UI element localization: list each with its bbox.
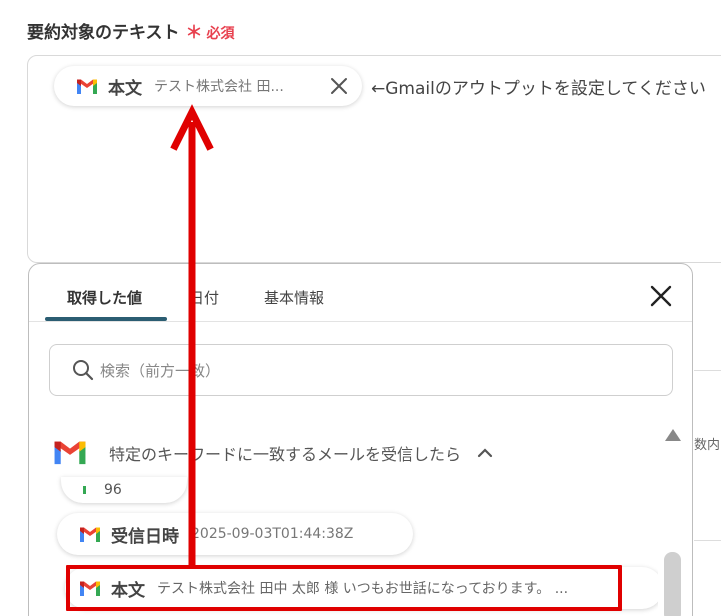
field-label: 要約対象のテキスト [27, 23, 180, 43]
close-icon[interactable] [649, 284, 673, 308]
search-icon [73, 360, 94, 381]
gmail-icon [54, 441, 86, 465]
chip-value: テスト株式会社 田... [154, 79, 284, 95]
scroll-up-icon[interactable] [664, 428, 682, 442]
list-item-label: 受信日時 [111, 526, 179, 547]
tab-date[interactable]: 日付 [189, 287, 219, 308]
gmail-icon [83, 486, 86, 494]
search-input[interactable]: 検索（前方一致） [49, 344, 673, 396]
background-suffix-text: 数内 [694, 438, 721, 453]
annotation-hint: ←Gmailのアウトプットを設定してください [371, 79, 706, 99]
gmail-icon [77, 79, 97, 94]
list-item-value: 2025-09-03T01:44:38Z [191, 526, 354, 542]
chip-label: 本文 [108, 78, 142, 99]
field-label-row: 要約対象のテキスト ＊ 必須 [27, 18, 235, 43]
background-divider [694, 370, 721, 371]
background-divider [694, 540, 721, 541]
output-picker-panel: 取得した値 日付 基本情報 検索（前方一致） 特定のキーワードに一致するメールを… [28, 263, 693, 616]
search-placeholder: 検索（前方一致） [100, 361, 221, 380]
group-title: 特定のキーワードに一致するメールを受信したら [109, 444, 462, 464]
annotation-highlight-box [66, 565, 622, 611]
tab-bar: 取得した値 日付 基本情報 [29, 264, 692, 322]
active-tab-indicator [45, 317, 167, 321]
selected-output-chip[interactable]: 本文 テスト株式会社 田... [54, 66, 362, 106]
required-mark: ＊ [185, 23, 203, 43]
tab-retrieved-values[interactable]: 取得した値 [67, 287, 142, 308]
scrollbar-thumb[interactable] [664, 552, 681, 616]
list-item[interactable]: 96 [61, 477, 187, 503]
required-badge: 必須 [206, 26, 235, 42]
chevron-up-icon[interactable] [477, 445, 493, 461]
tab-basic-info[interactable]: 基本情報 [264, 287, 324, 308]
list-item-value: 96 [104, 482, 122, 498]
close-icon[interactable] [328, 75, 350, 97]
list-item[interactable]: 受信日時 2025-09-03T01:44:38Z [57, 513, 413, 555]
trigger-group-header[interactable]: 特定のキーワードに一致するメールを受信したら [53, 439, 493, 466]
gmail-icon [80, 527, 100, 542]
